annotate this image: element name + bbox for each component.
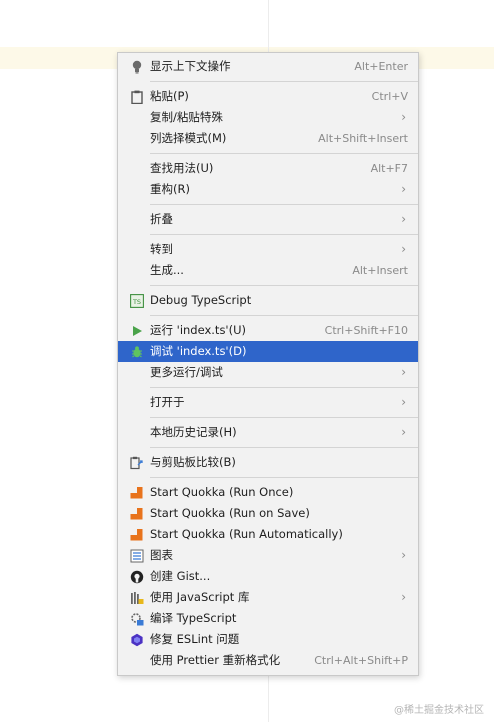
menu-item-label: 复制/粘贴特殊: [150, 110, 223, 124]
github-icon: [129, 569, 144, 584]
quokka-icon: [129, 506, 144, 521]
menu-item-find-usages[interactable]: 查找用法(U) Alt+F7: [118, 158, 418, 179]
menu-item-column-selection-mode[interactable]: 列选择模式(M) Alt+Shift+Insert: [118, 128, 418, 149]
clipboard-icon: [129, 89, 144, 104]
menu-item-label: 使用 JavaScript 库: [150, 590, 250, 604]
menu-item-label: 显示上下文操作: [150, 59, 231, 73]
menu-item-debug-index-ts[interactable]: 调试 'index.ts'(D): [118, 341, 418, 362]
menu-item-label: 折叠: [150, 212, 173, 226]
menu-item-label: Start Quokka (Run Automatically): [150, 527, 343, 541]
menu-separator: [150, 417, 418, 418]
menu-separator: [150, 315, 418, 316]
menu-item-quokka-run-once[interactable]: Start Quokka (Run Once): [118, 482, 418, 503]
svg-text:TS: TS: [131, 298, 140, 306]
menu-item-debug-typescript[interactable]: TS Debug TypeScript: [118, 290, 418, 311]
typescript-icon: TS: [129, 293, 144, 308]
menu-item-label: 粘贴(P): [150, 89, 189, 103]
menu-item-label: Start Quokka (Run Once): [150, 485, 294, 499]
menu-item-shortcut: Ctrl+Shift+F10: [324, 324, 408, 337]
menu-item-label: 重构(R): [150, 182, 190, 196]
menu-item-label: Start Quokka (Run on Save): [150, 506, 310, 520]
menu-item-use-javascript-library[interactable]: 使用 JavaScript 库 ›: [118, 587, 418, 608]
context-menu: 显示上下文操作 Alt+Enter 粘贴(P) Ctrl+V 复制/粘贴特殊 ›…: [117, 52, 419, 676]
chevron-right-icon: ›: [401, 425, 406, 439]
menu-item-diagrams[interactable]: 图表 ›: [118, 545, 418, 566]
quokka-icon: [129, 527, 144, 542]
menu-item-shortcut: Alt+F7: [370, 162, 408, 175]
chevron-right-icon: ›: [401, 590, 406, 604]
run-icon: [129, 323, 144, 338]
menu-item-compare-with-clipboard[interactable]: 与剪贴板比较(B): [118, 452, 418, 473]
watermark-text: @稀土掘金技术社区: [394, 705, 484, 716]
bulb-icon: [129, 59, 144, 74]
menu-item-shortcut: Alt+Shift+Insert: [318, 132, 408, 145]
chevron-right-icon: ›: [401, 242, 406, 256]
menu-item-refactor[interactable]: 重构(R) ›: [118, 179, 418, 200]
menu-item-label: 运行 'index.ts'(U): [150, 323, 246, 337]
js-library-icon: [129, 590, 144, 605]
menu-item-shortcut: Alt+Insert: [352, 264, 408, 277]
chevron-right-icon: ›: [401, 395, 406, 409]
menu-item-reformat-with-prettier[interactable]: 使用 Prettier 重新格式化 Ctrl+Alt+Shift+P: [118, 650, 418, 671]
menu-separator: [150, 447, 418, 448]
menu-item-label: 创建 Gist...: [150, 569, 211, 583]
menu-item-copy-paste-special[interactable]: 复制/粘贴特殊 ›: [118, 107, 418, 128]
diagram-icon: [129, 548, 144, 563]
menu-separator: [150, 477, 418, 478]
menu-item-compile-typescript[interactable]: 编译 TypeScript: [118, 608, 418, 629]
chevron-right-icon: ›: [401, 110, 406, 124]
menu-item-label: 列选择模式(M): [150, 131, 227, 145]
menu-item-label: 查找用法(U): [150, 161, 214, 175]
menu-item-run-index-ts[interactable]: 运行 'index.ts'(U) Ctrl+Shift+F10: [118, 320, 418, 341]
quokka-icon: [129, 485, 144, 500]
menu-item-label: 转到: [150, 242, 173, 256]
menu-separator: [150, 204, 418, 205]
menu-item-quokka-run-on-save[interactable]: Start Quokka (Run on Save): [118, 503, 418, 524]
menu-item-label: 生成...: [150, 263, 184, 277]
chevron-right-icon: ›: [401, 182, 406, 196]
menu-item-goto[interactable]: 转到 ›: [118, 239, 418, 260]
menu-separator: [150, 81, 418, 82]
menu-item-paste[interactable]: 粘贴(P) Ctrl+V: [118, 86, 418, 107]
menu-item-label: 图表: [150, 548, 173, 562]
menu-item-label: 调试 'index.ts'(D): [150, 344, 247, 358]
menu-separator: [150, 234, 418, 235]
menu-item-show-context-actions[interactable]: 显示上下文操作 Alt+Enter: [118, 56, 418, 77]
menu-item-generate[interactable]: 生成... Alt+Insert: [118, 260, 418, 281]
menu-item-fix-eslint-problems[interactable]: 修复 ESLint 问题: [118, 629, 418, 650]
menu-item-label: 编译 TypeScript: [150, 611, 237, 625]
menu-item-label: 使用 Prettier 重新格式化: [150, 653, 281, 667]
chevron-right-icon: ›: [401, 212, 406, 226]
chevron-right-icon: ›: [401, 365, 406, 379]
menu-item-more-run-debug[interactable]: 更多运行/调试 ›: [118, 362, 418, 383]
menu-item-label: 本地历史记录(H): [150, 425, 237, 439]
menu-separator: [150, 285, 418, 286]
menu-item-open-in[interactable]: 打开于 ›: [118, 392, 418, 413]
chevron-right-icon: ›: [401, 548, 406, 562]
menu-item-label: 修复 ESLint 问题: [150, 632, 240, 646]
menu-item-label: Debug TypeScript: [150, 293, 252, 307]
menu-item-quokka-run-automatically[interactable]: Start Quokka (Run Automatically): [118, 524, 418, 545]
menu-item-folding[interactable]: 折叠 ›: [118, 209, 418, 230]
menu-item-local-history[interactable]: 本地历史记录(H) ›: [118, 422, 418, 443]
menu-separator: [150, 387, 418, 388]
menu-item-label: 打开于: [150, 395, 185, 409]
debug-bug-icon: [129, 344, 144, 359]
eslint-icon: [129, 632, 144, 647]
menu-item-shortcut: Ctrl+V: [371, 90, 408, 103]
menu-item-shortcut: Alt+Enter: [354, 60, 408, 73]
menu-item-create-gist[interactable]: 创建 Gist...: [118, 566, 418, 587]
ts-compile-icon: [129, 611, 144, 626]
menu-item-label: 与剪贴板比较(B): [150, 455, 236, 469]
menu-item-shortcut: Ctrl+Alt+Shift+P: [314, 654, 408, 667]
menu-item-label: 更多运行/调试: [150, 365, 223, 379]
compare-clipboard-icon: [129, 455, 144, 470]
menu-separator: [150, 153, 418, 154]
